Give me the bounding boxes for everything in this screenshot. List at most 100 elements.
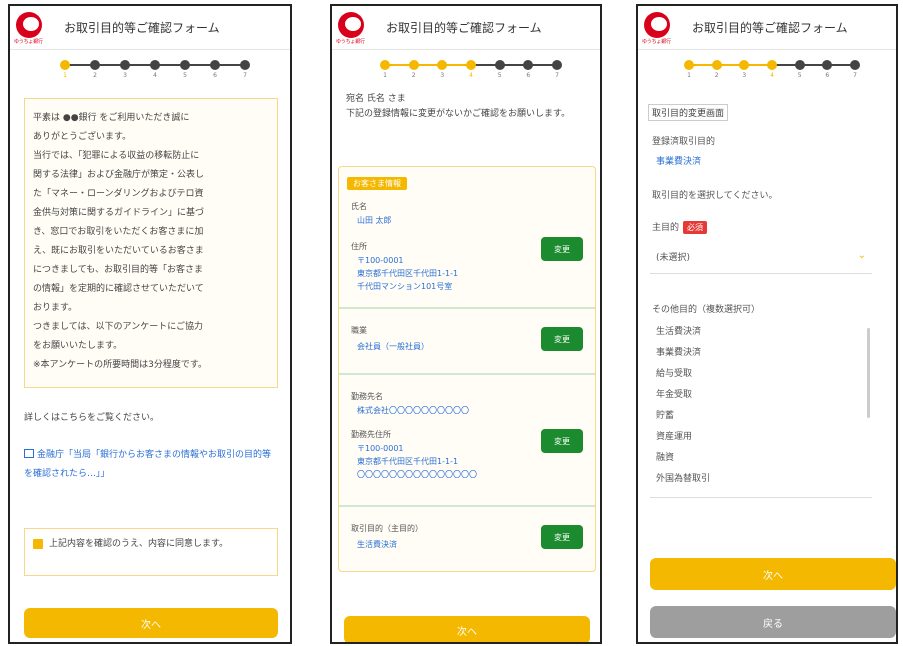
step-number: 1 [383,72,387,79]
notice-line: た「マネー・ローンダリングおよびテロ資 [33,189,204,199]
app-header: ゆうちょ銀行 お取引目的等ご確認フォーム [10,6,290,50]
employer-block: 勤務先名 株式会社〇〇〇〇〇〇〇〇〇〇 勤務先住所 〒100-0001 東京都千… [339,377,595,507]
notice-line: 当行では、「犯罪による収益の移転防止に [33,151,200,161]
other-purpose-label: その他目的（複数選択可） [652,305,761,315]
registered-purpose-value: 事業費決済 [656,157,702,167]
bank-logo: ゆうちょ銀行 [14,10,58,46]
employer-address-line: 〇〇〇〇〇〇〇〇〇〇〇〇〇〇〇 [357,470,477,479]
next-button[interactable]: 次へ [24,608,278,638]
chevron-down-icon: ⌄ [857,250,866,261]
fsa-link[interactable]: 金融庁「当局「銀行からお客さまの情報やお取引の目的等を確認されたら…」」 [24,446,278,484]
occupation-block: 職業 会社員（一般社員） 変更 [339,311,595,375]
step-number: 3 [742,72,747,79]
notice-line: 金供与対策に関するガイドライン」に基づ [33,208,205,218]
step-dot [437,60,448,70]
step-dot [180,60,190,70]
screen-consent: ゆうちょ銀行 お取引目的等ご確認フォーム 1 2 3 4 5 6 7 平素は ●●銀行 をご… [8,4,292,644]
list-option[interactable]: 給与受取 [650,364,872,385]
list-option[interactable]: 事業費決済 [650,343,872,364]
notice-line: につきましても、お取引目的等「お客さま [33,265,204,275]
external-link-icon [24,449,34,458]
employer-label: 勤務先名 [351,392,383,401]
occupation-value: 会社員（一般社員） [357,342,429,351]
notice-line: おります。 [33,303,78,313]
step-dot [822,60,833,70]
details-note: 詳しくはこちらをご覧ください。 [24,413,160,423]
purpose-value: 生活費決済 [357,540,397,549]
back-button[interactable]: 戻る [650,606,896,638]
change-occupation-button[interactable]: 変更 [541,327,583,351]
step-dot [850,60,860,70]
notice-line: き、窓口でお取引をいただくお客さまに加 [33,227,204,237]
bank-logo: ゆうちょ銀行 [336,10,380,46]
step-number: 5 [183,72,187,79]
employer-address-line: 東京都千代田区千代田1-1-1 [357,457,459,466]
fsa-link-text[interactable]: 金融庁「当局「銀行からお客さまの情報やお取引の目的等を確認されたら…」」 [24,450,271,479]
section-tag: お客さま情報 [347,177,407,190]
step-number: 1 [63,72,67,79]
step-dot [150,60,160,70]
address-line: 〒100-0001 [357,256,404,265]
notice-line: つきましては、以下のアンケートにご協力 [33,322,204,332]
step-number: 2 [411,72,416,79]
step-dot [120,60,130,70]
name-address-block: 氏名 山田 太郎 住所 〒100-0001 東京都千代田区千代田1-1-1 千代… [339,193,595,309]
next-button[interactable]: 次へ [344,616,590,642]
step-number: 4 [770,72,774,79]
step-number: 2 [93,72,97,79]
step-number: 1 [687,72,691,79]
address-line: 東京都千代田区千代田1-1-1 [357,269,459,278]
main-purpose-select[interactable]: (未選択) ⌄ [650,242,872,274]
step-number: 4 [469,72,473,79]
instruction-text: 取引目的を選択してください。 [652,191,778,201]
list-option[interactable]: 生活費決済 [650,322,872,343]
step-number: 6 [526,72,531,79]
purpose-label: 取引目的（主目的） [351,524,423,533]
bank-logo: ゆうちょ銀行 [642,10,686,46]
change-purpose-button[interactable]: 変更 [541,525,583,549]
step-dot [767,60,777,70]
step-number: 6 [825,72,830,79]
step-number: 2 [714,72,719,79]
step-number: 7 [555,72,559,79]
listbox-scrollbar[interactable] [867,328,870,418]
screen-confirm-info: ゆうちょ銀行 お取引目的等ご確認フォーム 1 2 3 4 5 6 7 宛名 氏名 さま 下記… [330,4,602,644]
occupation-label: 職業 [351,326,367,335]
consent-label: 上記内容を確認のうえ、内容に同意します。 [49,539,229,549]
step-dot [60,60,70,70]
list-option[interactable]: 資産運用 [650,427,872,448]
change-address-button[interactable]: 変更 [541,237,583,261]
step-dot [466,60,476,70]
other-purpose-listbox[interactable]: 生活費決済 事業費決済 給与受取 年金受取 貯蓄 資産運用 融資 外国為替取引 [650,322,872,498]
step-dot [711,60,722,70]
step-number: 7 [243,72,247,79]
step-dot [684,60,694,70]
list-option[interactable]: 外国為替取引 [650,469,872,490]
list-option[interactable]: 貯蓄 [650,406,872,427]
intro-text: 宛名 氏名 さま 下記の登録情報に変更がないかご確認をお願いします。 [346,94,571,119]
list-option[interactable]: 融資 [650,448,872,469]
main-purpose-label: 主目的 [652,223,680,233]
notice-line: をお願いいたします。 [33,341,123,351]
change-employer-button[interactable]: 変更 [541,429,583,453]
consent-checkbox-row[interactable]: 上記内容を確認のうえ、内容に同意します。 [24,528,278,576]
step-number: 3 [440,72,445,79]
app-title: お取引目的等ご確認フォーム [692,21,848,35]
notice-box: 平素は ●●銀行 をご利用いただき誠に ありがとうございます。 当行では、「犯罪… [24,98,278,388]
step-indicator: 1 2 3 4 5 6 7 [332,50,600,84]
step-indicator: 1 2 3 4 5 6 7 [10,50,290,84]
purpose-block: 取引目的（主目的） 生活費決済 変更 [339,509,595,569]
next-button[interactable]: 次へ [650,558,896,590]
address-line: 千代田マンション101号室 [357,282,453,291]
customer-info-panel: お客さま情報 氏名 山田 太郎 住所 〒100-0001 東京都千代田区千代田1… [338,166,596,572]
app-header: ゆうちょ銀行 お取引目的等ご確認フォーム [638,6,896,50]
step-dot [523,60,534,70]
list-option[interactable]: 年金受取 [650,385,872,406]
step-dot [210,60,220,70]
employer-address-label: 勤務先住所 [351,430,391,439]
app-title: お取引目的等ご確認フォーム [64,21,220,35]
screen-change-purpose: ゆうちょ銀行 お取引目的等ご確認フォーム 1 2 3 4 5 6 7 取引目的変更画面 登録… [636,4,898,644]
consent-checkbox[interactable] [33,539,43,549]
step-number: 4 [153,72,157,79]
step-dot [240,60,250,70]
